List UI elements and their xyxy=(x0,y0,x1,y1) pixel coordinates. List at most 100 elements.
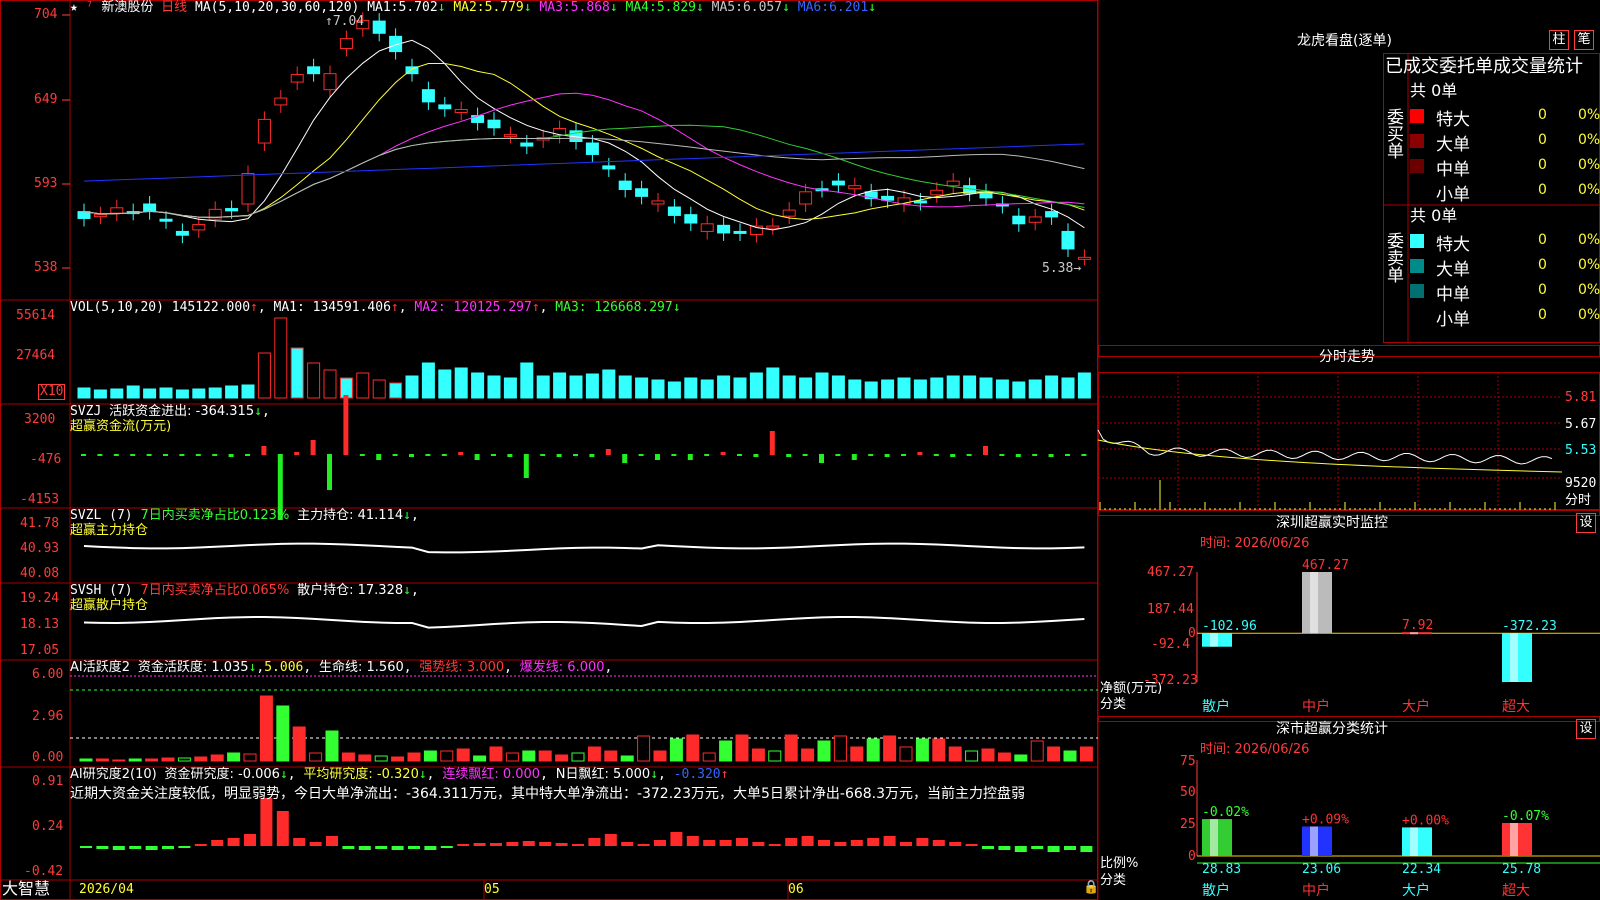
volume-bar xyxy=(749,372,763,399)
main-chart-canvas[interactable] xyxy=(0,0,1600,900)
research-bar xyxy=(1031,846,1044,849)
stats-tick: 50 xyxy=(1180,785,1196,800)
dragon-row-label: 中单 xyxy=(1436,285,1470,305)
activity-bar xyxy=(555,754,569,762)
period-label[interactable]: 日线 xyxy=(161,0,187,15)
down-arrow-icon: ↓ xyxy=(672,300,681,315)
dragon-row[interactable]: 小单 0 0% xyxy=(1410,305,1600,330)
volume-bar xyxy=(356,372,370,399)
candle xyxy=(1012,215,1026,225)
activity-bar xyxy=(95,758,109,762)
vol-ma3: MA3: 126668.297 xyxy=(555,300,673,315)
research-bar xyxy=(916,838,929,846)
flow-bar xyxy=(81,454,86,456)
activity-bar xyxy=(686,734,700,762)
dragon-row-pct: 0% xyxy=(1578,107,1600,123)
research-bar xyxy=(654,840,666,846)
down-arrow-icon: ↓ xyxy=(418,767,427,782)
monitor-settings-button[interactable]: 设 xyxy=(1576,513,1596,533)
flow-bar xyxy=(195,454,201,456)
ma6-arrow: ↓ xyxy=(868,0,877,15)
dragon-row-qty: 0 xyxy=(1538,307,1547,323)
tick-mode-button[interactable]: 笔 xyxy=(1574,30,1594,50)
research-bar xyxy=(227,838,240,846)
flow-bar xyxy=(655,454,660,460)
candle xyxy=(110,207,124,214)
ma1-arrow: ↓ xyxy=(437,0,446,15)
volume-bar xyxy=(257,352,271,399)
activity-bar xyxy=(1079,746,1093,762)
dragon-row[interactable]: 特大 0 0% xyxy=(1410,230,1600,255)
swatch-icon xyxy=(1410,284,1424,298)
volume-bar xyxy=(536,375,550,399)
research-bar xyxy=(949,842,962,846)
stats-settings-button[interactable]: 设 xyxy=(1576,719,1596,739)
volume-bar xyxy=(175,389,189,399)
flow-bar xyxy=(310,440,316,455)
volume-bar xyxy=(700,379,714,399)
volume-bar xyxy=(454,367,468,399)
flow-bar xyxy=(540,454,546,456)
volume-bar xyxy=(815,372,829,399)
activity-bar xyxy=(669,738,683,762)
dragon-row[interactable]: 小单 0 0% xyxy=(1410,180,1600,205)
dragon-tabs[interactable]: 已成交委托单成交量统计 xyxy=(1385,57,1583,77)
activity-bar xyxy=(1047,746,1061,762)
dragon-row-qty: 0 xyxy=(1538,182,1547,198)
main-frame xyxy=(0,0,1098,900)
candle xyxy=(175,230,189,236)
svzj-tick: -4153 xyxy=(20,492,60,507)
candle xyxy=(323,73,337,91)
dragon-row[interactable]: 特大 0 0% xyxy=(1410,105,1600,130)
research-bar xyxy=(1064,846,1076,850)
activity-bar xyxy=(177,757,191,762)
ai2-tick: -0.42 xyxy=(24,864,64,879)
svzl-title: SVZL (7) xyxy=(70,508,133,523)
flow-bar xyxy=(261,446,267,455)
candle xyxy=(585,142,599,155)
svsh-tick: 18.13 xyxy=(20,617,60,632)
research-bar xyxy=(686,836,699,846)
volume-bar xyxy=(963,375,977,399)
ma3-value: 5.868 xyxy=(570,0,610,15)
volume-bar xyxy=(1028,379,1042,399)
flow-bar xyxy=(786,454,792,457)
up-arrow-icon: ↑ xyxy=(531,300,540,315)
candle xyxy=(307,66,321,75)
lock-icon[interactable]: 🔒 xyxy=(1083,881,1099,895)
ma5-label: MA5: xyxy=(711,0,743,15)
stock-name[interactable]: 新澳股份 xyxy=(101,0,153,15)
volume-bar xyxy=(93,389,107,399)
research-bar xyxy=(736,838,748,846)
ma3-line xyxy=(83,92,1085,218)
flow-bar xyxy=(146,454,152,456)
ma4-line xyxy=(83,124,1085,218)
candle xyxy=(159,218,173,222)
bar-mode-button[interactable]: 柱 xyxy=(1549,30,1569,50)
monitor-ylabel: 净额(万元) xyxy=(1100,681,1163,696)
volume-bar xyxy=(635,377,649,399)
candle xyxy=(799,191,813,205)
activity-bar xyxy=(997,752,1011,762)
activity-bar xyxy=(850,746,864,762)
volume-bar xyxy=(471,372,485,399)
dragon-row-label: 大单 xyxy=(1436,260,1470,280)
dragon-row[interactable]: 中单 0 0% xyxy=(1410,280,1600,305)
dragon-row[interactable]: 中单 0 0% xyxy=(1410,155,1600,180)
flow-bar xyxy=(917,452,923,455)
dragon-row-label: 小单 xyxy=(1436,185,1470,205)
activity-bar xyxy=(1014,754,1028,762)
flow-bar xyxy=(113,454,119,456)
flow-bar xyxy=(605,449,611,455)
svzl-tick: 40.93 xyxy=(20,541,60,556)
research-bar xyxy=(244,834,256,846)
intraday-tick: 5.67 xyxy=(1565,417,1597,432)
vol-unit: X10 xyxy=(38,384,66,400)
dragon-row[interactable]: 大单 0 0% xyxy=(1410,255,1600,280)
dragon-row-qty: 0 xyxy=(1538,157,1547,173)
dragon-row-pct: 0% xyxy=(1578,282,1600,298)
dragon-row[interactable]: 大单 0 0% xyxy=(1410,130,1600,155)
ma5-value: 6.057 xyxy=(742,0,783,15)
volume-bar xyxy=(602,369,616,399)
flow-bar xyxy=(901,454,906,456)
